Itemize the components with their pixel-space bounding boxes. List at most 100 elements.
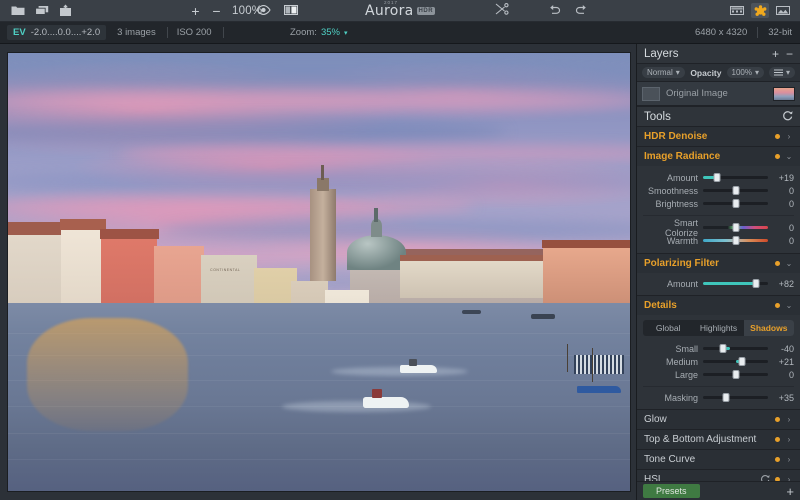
blend-mode-value: Normal — [647, 68, 673, 77]
tab-highlights[interactable]: Highlights — [693, 320, 743, 336]
export-icon[interactable] — [58, 4, 73, 18]
slider-small[interactable]: Small -40 — [637, 342, 800, 355]
slider-track[interactable] — [703, 236, 768, 245]
slider-knob[interactable] — [732, 223, 739, 232]
zoom-selector[interactable]: Zoom: 35% ▾ — [290, 27, 347, 38]
venice-canal-photo[interactable]: CONTINENTAL — [7, 52, 631, 492]
slider-smoothness[interactable]: Smoothness 0 — [637, 184, 800, 197]
section-title: Glow — [644, 414, 667, 425]
slider-large[interactable]: Large 0 — [637, 368, 800, 381]
slider-brightness[interactable]: Brightness 0 — [637, 197, 800, 210]
slider-value: -40 — [780, 343, 794, 354]
zoom-in-button[interactable]: + — [190, 4, 201, 18]
slider-knob[interactable] — [732, 236, 739, 245]
slider-knob[interactable] — [732, 370, 739, 379]
slider-track[interactable] — [703, 393, 768, 402]
church-dome — [346, 234, 407, 270]
section-header-glow[interactable]: Glow › — [637, 410, 800, 429]
ev-bracket-chip[interactable]: EV -2.0....0.0....+2.0 — [7, 25, 107, 40]
section-enabled-dot[interactable] — [775, 154, 780, 159]
motorboat-near[interactable] — [362, 396, 410, 409]
redo-icon[interactable] — [575, 2, 588, 20]
chevron-right-icon[interactable]: › — [785, 435, 793, 444]
sun-filter-icon[interactable] — [751, 3, 769, 18]
slider-knob[interactable] — [738, 357, 746, 366]
section-enabled-dot[interactable] — [775, 303, 780, 308]
chevron-down-icon[interactable]: ⌄ — [785, 301, 793, 310]
tools-list[interactable]: HDR Denoise › Image Radiance ⌄ Amount +1… — [637, 127, 800, 481]
reset-refresh-icon[interactable] — [782, 108, 793, 126]
motorboat-far[interactable] — [399, 364, 438, 374]
split-compare-icon[interactable] — [284, 2, 298, 20]
slider-knob[interactable] — [752, 279, 760, 288]
slider-medium[interactable]: Medium +21 — [637, 355, 800, 368]
slider-track[interactable] — [703, 279, 768, 288]
image-canvas[interactable]: CONTINENTAL — [0, 44, 636, 500]
slider-track[interactable] — [703, 173, 768, 182]
remove-layer-button[interactable]: − — [786, 48, 793, 60]
chevron-down-icon[interactable]: ⌄ — [785, 259, 793, 268]
list-item[interactable]: Original Image — [637, 82, 800, 106]
section-header-tone-curve[interactable]: Tone Curve › — [637, 450, 800, 469]
section-enabled-dot[interactable] — [775, 417, 780, 422]
slider-smart-colorize[interactable]: Smart Colorize 0 — [637, 218, 800, 238]
section-enabled-dot[interactable] — [775, 134, 780, 139]
tab-global[interactable]: Global — [643, 320, 693, 336]
opacity-select[interactable]: 100% ▾ — [726, 67, 764, 78]
slider-warmth[interactable]: Warmth 0 — [637, 234, 800, 247]
presets-button[interactable]: Presets — [643, 484, 700, 498]
hamburger-menu-icon[interactable]: ▾ — [768, 67, 795, 78]
aurora-hdr-window: + − 100% 2017 Aurora HDR EV -2.0....0.0.… — [0, 0, 800, 500]
reset-refresh-icon[interactable] — [760, 474, 770, 481]
slider-track[interactable] — [703, 199, 768, 208]
blend-mode-select[interactable]: Normal ▾ — [642, 67, 685, 78]
crop-scissors-icon[interactable] — [495, 2, 509, 20]
slider-track[interactable] — [703, 357, 768, 366]
layers-icon[interactable] — [34, 4, 49, 18]
filmstrip-icon[interactable] — [728, 3, 746, 18]
add-layer-button[interactable]: + — [772, 48, 779, 60]
section-header-hdr-denoise[interactable]: HDR Denoise › — [637, 127, 800, 146]
slider-masking[interactable]: Masking +35 — [637, 391, 800, 404]
open-folder-icon[interactable] — [10, 4, 25, 18]
image-view-icon[interactable] — [774, 3, 792, 18]
section-header-details[interactable]: Details ⌄ — [637, 296, 800, 315]
slider-amount[interactable]: Amount +82 — [637, 277, 800, 290]
campanile-spire — [320, 164, 324, 181]
slider-knob[interactable] — [732, 199, 739, 208]
tool-section-tone-curve: Tone Curve › — [637, 450, 800, 470]
section-enabled-dot[interactable] — [775, 437, 780, 442]
dome-cross — [374, 207, 379, 222]
slider-track[interactable] — [703, 344, 768, 353]
layer-options-bar: Normal ▾ Opacity 100% ▾ ▾ — [637, 64, 800, 82]
section-header-image-radiance[interactable]: Image Radiance ⌄ — [637, 147, 800, 166]
bit-depth-label: 32-bit — [768, 27, 792, 38]
slider-knob[interactable] — [719, 344, 726, 353]
slider-amount[interactable]: Amount +19 — [637, 171, 800, 184]
undo-icon[interactable] — [548, 2, 561, 20]
section-header-hsl[interactable]: HSL › — [637, 470, 800, 481]
section-enabled-dot[interactable] — [775, 457, 780, 462]
info-divider-1 — [166, 27, 168, 38]
section-header-polarizing-filter[interactable]: Polarizing Filter ⌄ — [637, 254, 800, 273]
toolbar-left-group — [0, 4, 73, 18]
layer-mask-thumbnail[interactable] — [642, 86, 660, 101]
preview-eye-icon[interactable] — [256, 2, 271, 20]
tab-shadows[interactable]: Shadows — [743, 320, 794, 336]
section-header-top-bottom-adjustment[interactable]: Top & Bottom Adjustment › — [637, 430, 800, 449]
slider-knob[interactable] — [713, 173, 721, 182]
chevron-right-icon[interactable]: › — [785, 415, 793, 424]
zoom-out-button[interactable]: − — [211, 4, 222, 18]
slider-track[interactable] — [703, 223, 768, 232]
chevron-right-icon[interactable]: › — [785, 455, 793, 464]
section-enabled-dot[interactable] — [775, 261, 780, 266]
add-preset-button[interactable]: + — [786, 485, 794, 498]
slider-track[interactable] — [703, 370, 768, 379]
chevron-right-icon[interactable]: › — [785, 132, 793, 141]
slider-knob[interactable] — [732, 186, 739, 195]
slider-knob[interactable] — [722, 393, 730, 402]
slider-label: Medium — [665, 356, 698, 367]
slider-track[interactable] — [703, 186, 768, 195]
roof-left-1 — [8, 221, 66, 235]
chevron-down-icon[interactable]: ⌄ — [785, 152, 793, 161]
